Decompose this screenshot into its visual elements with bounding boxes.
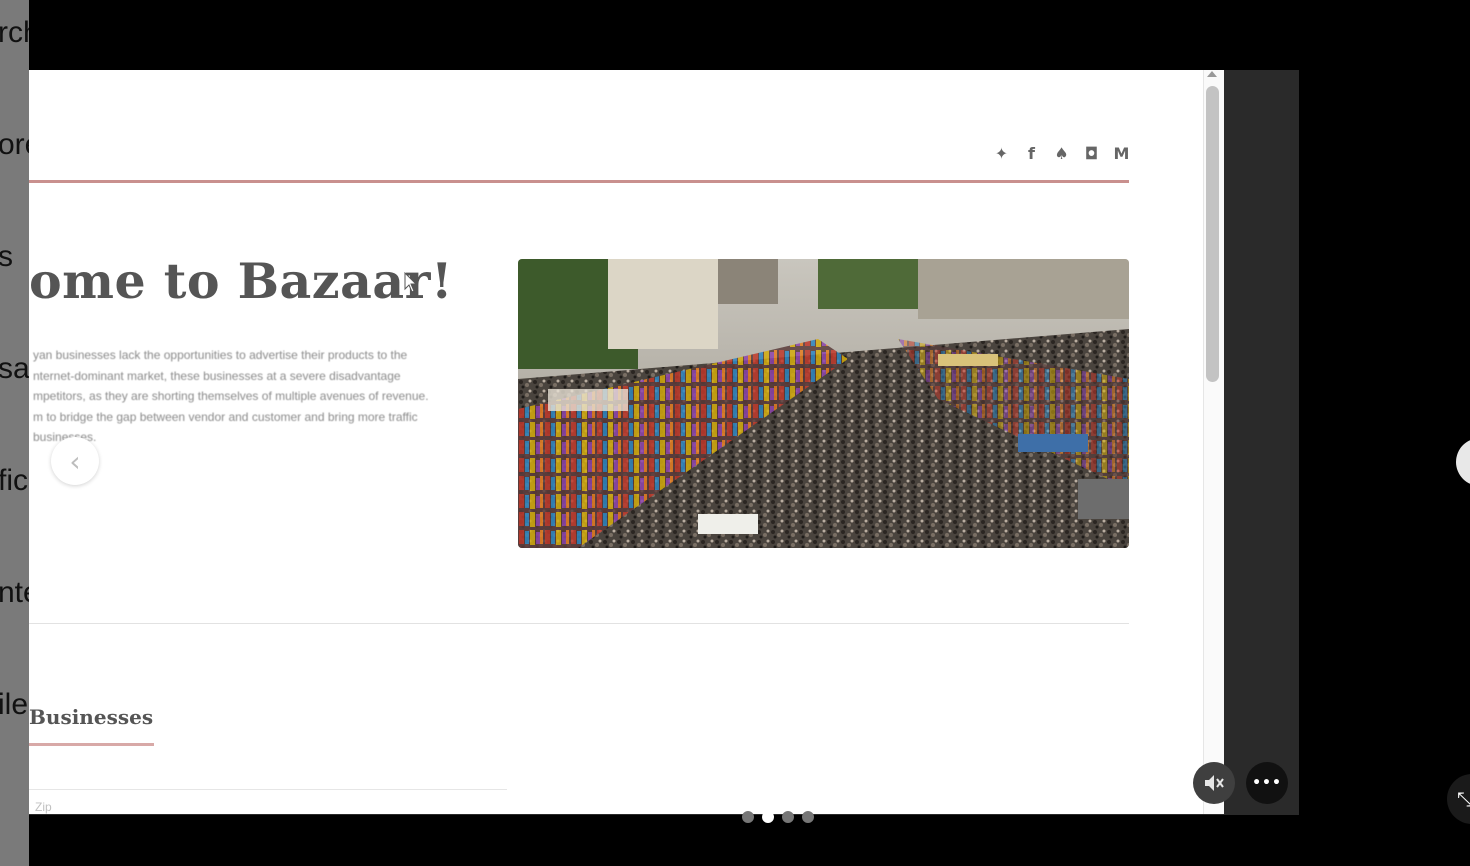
medium-icon[interactable]: M [1112, 144, 1131, 163]
hero-paragraph-line: yan businesses lack the opportunities to… [33, 348, 408, 362]
twitter-icon[interactable]: ✦ [992, 144, 1011, 163]
sidebar-item-profile[interactable]: ile [0, 688, 28, 722]
sidebar-item-search[interactable]: rch [0, 16, 29, 50]
slide-dot[interactable] [742, 811, 754, 823]
slide-dot[interactable] [802, 811, 814, 823]
sidebar-item-create[interactable]: nte [0, 576, 29, 610]
hero-paragraph-line: nternet-dominant market, these businesse… [33, 368, 401, 383]
hero-paragraph-line: m to bridge the gap between vendor and c… [33, 409, 418, 424]
mute-button[interactable] [1193, 762, 1235, 804]
background-sidebar-menu: rch ore s sa fic nte ile [0, 0, 29, 866]
fullscreen-button[interactable]: ⤡ [1447, 774, 1470, 824]
snapchat-icon[interactable]: ♠ [1052, 144, 1071, 163]
more-options-button[interactable]: ••• [1246, 762, 1288, 804]
slide-dot-active[interactable] [762, 811, 774, 823]
sidebar-item-messages[interactable]: sa [0, 352, 29, 386]
next-post-button[interactable] [1456, 438, 1470, 486]
page-scrollbar-thumb[interactable] [1206, 86, 1219, 382]
ellipsis-icon: ••• [1252, 775, 1282, 791]
sidebar-item-reels[interactable]: s [0, 240, 13, 274]
slide-indicator [742, 811, 814, 823]
section-title-businesses: Businesses [29, 705, 154, 729]
expand-icon: ⤡ [1457, 787, 1470, 811]
sidebar-item-explore[interactable]: ore [0, 128, 29, 162]
zip-input-placeholder[interactable]: Zip [35, 800, 52, 814]
hero-paragraph-line: businesses. [33, 430, 97, 444]
mouse-cursor-icon [404, 272, 418, 293]
bazaar-market-photo [518, 259, 1129, 548]
social-links: ✦ f ♠ ◘ M [992, 144, 1131, 163]
instagram-icon[interactable]: ◘ [1082, 144, 1101, 163]
hero-paragraph: yan businesses lack the opportunities to… [33, 345, 473, 448]
section-divider [29, 623, 1129, 624]
sidebar-item-notifications[interactable]: fic [0, 464, 28, 498]
speaker-muted-icon [1205, 775, 1224, 791]
header-accent-rule [29, 180, 1129, 183]
scroll-up-arrow-icon[interactable] [1207, 71, 1217, 77]
section-title-underline [29, 743, 154, 746]
hero-paragraph-line: mpetitors, as they are shorting themselv… [33, 389, 429, 403]
chevron-left-icon: ‹ [69, 444, 81, 478]
facebook-icon[interactable]: f [1022, 144, 1041, 163]
slide-dot[interactable] [782, 811, 794, 823]
previous-slide-button[interactable]: ‹ [51, 437, 99, 485]
zip-input-underline [29, 789, 507, 790]
hero-title: ome to Bazaar! [29, 252, 453, 310]
